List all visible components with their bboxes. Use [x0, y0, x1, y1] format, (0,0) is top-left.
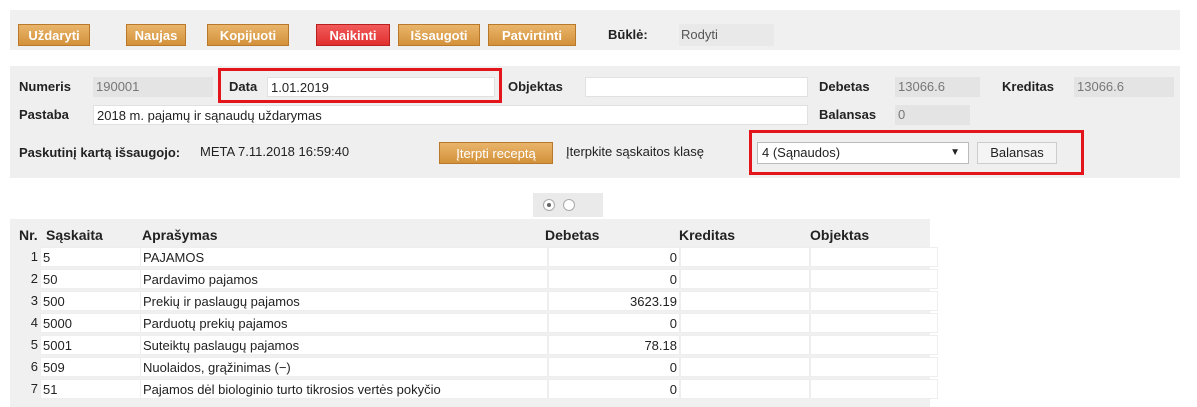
close-button[interactable]: Uždaryti — [18, 24, 90, 46]
debit-cell[interactable]: 0 — [548, 247, 680, 267]
row-number: 4 — [30, 315, 38, 330]
state-label: Būklė: — [608, 27, 648, 42]
table-row[interactable]: 3 500 Prekių ir paslaugų pajamos 3623.19 — [10, 290, 940, 311]
account-cell[interactable]: 509 — [40, 357, 142, 377]
table-row[interactable]: 6 509 Nuolaidos, grąžinimas (−) 0 — [10, 356, 940, 377]
col-header-account: Sąskaita — [46, 227, 103, 243]
new-button[interactable]: Naujas — [126, 24, 186, 46]
object-cell[interactable] — [810, 269, 938, 289]
radio-option-1[interactable] — [543, 199, 555, 211]
object-cell[interactable] — [810, 247, 938, 267]
last-saved-value: META 7.11.2018 16:59:40 — [200, 144, 350, 159]
number-value: 190001 — [93, 77, 213, 97]
account-cell[interactable]: 5000 — [40, 313, 142, 333]
row-number: 7 — [30, 381, 38, 396]
description-cell[interactable]: Pardavimo pajamos — [140, 269, 548, 289]
description-cell[interactable]: Pajamos dėl biologinio turto tikrosios v… — [140, 379, 548, 399]
credit-cell[interactable] — [680, 357, 810, 377]
balance-value: 0 — [895, 105, 970, 125]
state-value: Rodyti — [679, 24, 774, 46]
object-cell[interactable] — [810, 379, 938, 399]
account-cell[interactable]: 5001 — [40, 335, 142, 355]
insert-class-label: Įterpkite sąskaitos klasę — [566, 144, 705, 159]
note-label: Pastaba — [19, 107, 69, 122]
debit-cell[interactable]: 0 — [548, 269, 680, 289]
credit-cell[interactable] — [680, 247, 810, 267]
object-cell[interactable] — [810, 313, 938, 333]
row-number: 6 — [30, 359, 38, 374]
description-cell[interactable]: Prekių ir paslaugų pajamos — [140, 291, 548, 311]
date-highlight — [218, 68, 502, 103]
credit-cell[interactable] — [680, 291, 810, 311]
save-button[interactable]: Išsaugoti — [398, 24, 480, 46]
delete-button[interactable]: Naikinti — [316, 24, 390, 46]
table-row[interactable]: 7 51 Pajamos dėl biologinio turto tikrosio… — [10, 378, 940, 399]
debit-cell[interactable]: 0 — [548, 379, 680, 399]
note-field[interactable]: 2018 m. pajamų ir sąnaudų uždarymas — [93, 105, 808, 125]
credit-cell[interactable] — [680, 379, 810, 399]
col-header-credit: Kreditas — [679, 227, 736, 243]
col-header-debit: Debetas — [545, 227, 600, 243]
col-header-nr: Nr. — [19, 227, 38, 243]
account-cell[interactable]: 500 — [40, 291, 142, 311]
account-cell[interactable]: 5 — [40, 247, 142, 267]
debit-label: Debetas — [819, 79, 870, 94]
row-number: 2 — [30, 271, 38, 286]
insert-recipe-button[interactable]: Įterpti receptą — [439, 142, 553, 164]
credit-cell[interactable] — [680, 269, 810, 289]
debit-cell[interactable]: 0 — [548, 313, 680, 333]
debit-value: 13066.6 — [895, 77, 980, 97]
description-cell[interactable]: Parduotų prekių pajamos — [140, 313, 548, 333]
balance-label: Balansas — [819, 107, 877, 122]
debit-cell[interactable]: 3623.19 — [548, 291, 680, 311]
col-header-object: Objektas — [810, 227, 870, 243]
table-row[interactable]: 2 50 Pardavimo pajamos 0 — [10, 268, 940, 289]
row-number: 3 — [30, 293, 38, 308]
description-cell[interactable]: Suteiktų paslaugų pajamos — [140, 335, 548, 355]
object-cell[interactable] — [810, 357, 938, 377]
table-row[interactable]: 5 5001 Suteiktų paslaugų pajamos 78.18 — [10, 334, 940, 355]
table-row[interactable]: 1 5 PAJAMOS 0 — [10, 246, 940, 267]
credit-label: Kreditas — [1002, 79, 1055, 94]
object-label: Objektas — [508, 79, 563, 94]
object-cell[interactable] — [810, 335, 938, 355]
class-highlight — [749, 130, 1084, 175]
description-cell[interactable]: PAJAMOS — [140, 247, 548, 267]
col-header-description: Aprašymas — [142, 227, 218, 243]
last-saved-label: Paskutinį kartą išsaugojo: — [19, 145, 181, 160]
confirm-button[interactable]: Patvirtinti — [488, 24, 576, 46]
account-cell[interactable]: 51 — [40, 379, 142, 399]
object-cell[interactable] — [810, 291, 938, 311]
radio-option-2[interactable] — [563, 199, 575, 211]
debit-cell[interactable]: 0 — [548, 357, 680, 377]
table-row[interactable]: 4 5000 Parduotų prekių pajamos 0 — [10, 312, 940, 333]
object-field[interactable] — [585, 77, 808, 97]
description-cell[interactable]: Nuolaidos, grąžinimas (−) — [140, 357, 548, 377]
copy-button[interactable]: Kopijuoti — [207, 24, 289, 46]
row-number: 5 — [30, 337, 38, 352]
debit-cell[interactable]: 78.18 — [548, 335, 680, 355]
account-cell[interactable]: 50 — [40, 269, 142, 289]
credit-value: 13066.6 — [1074, 77, 1174, 97]
view-toggle — [533, 193, 603, 217]
row-number: 1 — [30, 249, 38, 264]
number-label: Numeris — [19, 79, 72, 94]
credit-cell[interactable] — [680, 313, 810, 333]
credit-cell[interactable] — [680, 335, 810, 355]
